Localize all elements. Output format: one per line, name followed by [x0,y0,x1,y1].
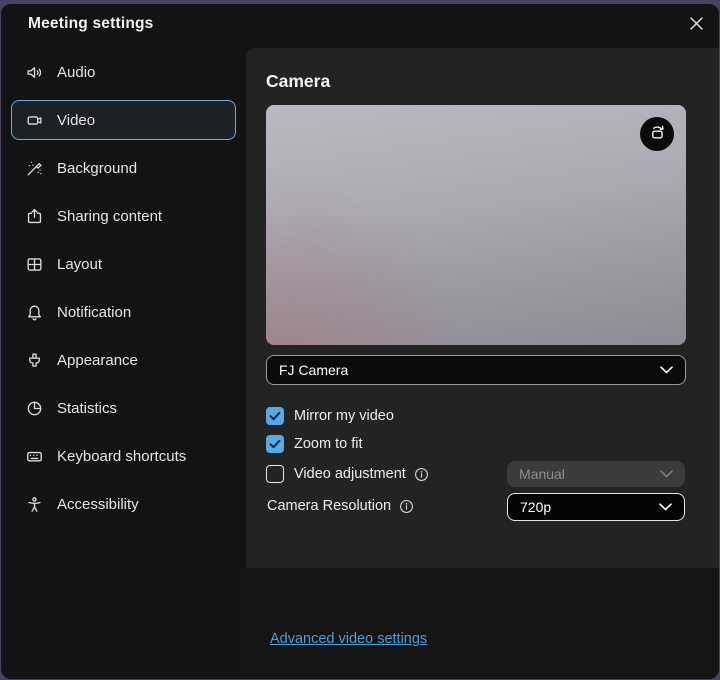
sidebar-item-background[interactable]: Background [11,148,236,188]
chevron-down-icon [660,470,685,478]
sidebar-item-label: Video [57,112,95,129]
sidebar-item-label: Notification [57,304,131,321]
info-icon[interactable] [414,467,429,482]
camera-resolution-select[interactable]: 720p [507,493,685,521]
sidebar-item-label: Appearance [57,352,138,369]
sidebar-item-label: Background [57,160,137,177]
camera-resolution-label: Camera Resolution [267,498,391,514]
sidebar-item-video[interactable]: Video [11,100,236,140]
camera-device-select[interactable]: FJ Camera [266,355,686,385]
sidebar-item-statistics[interactable]: Statistics [11,388,236,428]
grid-icon [25,255,44,274]
camera-resolution-value: 720p [508,499,659,515]
video-settings-panel: Camera FJ Camera Mirror my video [246,48,719,679]
video-adjustment-value: Manual [507,466,660,482]
camera-resolution-row: Camera Resolution [267,495,414,517]
video-adjustment-select: Manual [507,461,685,487]
close-button[interactable] [684,14,708,38]
bell-icon [25,303,44,322]
dialog-title: Meeting settings [28,15,154,33]
camera-device-value: FJ Camera [267,362,660,378]
rotate-camera-button[interactable] [640,117,674,151]
settings-nav: Audio Video Background Sharing content L [1,52,246,524]
video-adjustment-checkbox[interactable] [266,465,284,483]
flip-camera-icon [647,122,667,147]
camera-preview [266,105,686,345]
sidebar-item-accessibility[interactable]: Accessibility [11,484,236,524]
video-camera-icon [25,111,44,130]
sidebar-item-label: Layout [57,256,102,273]
zoom-to-fit-checkbox[interactable] [266,435,284,453]
zoom-to-fit-row: Zoom to fit [266,433,363,455]
advanced-video-settings-link[interactable]: Advanced video settings [270,631,427,647]
person-icon [25,495,44,514]
info-icon[interactable] [399,499,414,514]
video-adjustment-label: Video adjustment [294,466,406,482]
mirror-video-row: Mirror my video [266,405,394,427]
speaker-icon [25,63,44,82]
chevron-down-icon [659,503,684,511]
keyboard-icon [25,447,44,466]
chevron-down-icon [660,366,685,374]
sidebar-item-sharing-content[interactable]: Sharing content [11,196,236,236]
zoom-to-fit-label: Zoom to fit [294,436,363,452]
sidebar-item-notification[interactable]: Notification [11,292,236,332]
camera-heading: Camera [266,71,330,92]
sidebar-item-layout[interactable]: Layout [11,244,236,284]
sidebar-item-label: Statistics [57,400,117,417]
video-adjustment-row: Video adjustment [266,463,429,485]
mirror-video-label: Mirror my video [294,408,394,424]
close-icon [689,16,704,36]
pie-chart-icon [25,399,44,418]
titlebar: Meeting settings [1,4,719,48]
sidebar-item-label: Sharing content [57,208,162,225]
paintbrush-icon [25,351,44,370]
meeting-settings-dialog: Meeting settings Audio Video Background [1,4,719,679]
sidebar-item-label: Keyboard shortcuts [57,448,186,465]
sidebar-item-label: Audio [57,64,95,81]
sidebar-item-appearance[interactable]: Appearance [11,340,236,380]
share-icon [25,207,44,226]
sidebar-item-label: Accessibility [57,496,139,513]
sidebar-item-audio[interactable]: Audio [11,52,236,92]
sidebar-item-keyboard-shortcuts[interactable]: Keyboard shortcuts [11,436,236,476]
magic-wand-icon [25,159,44,178]
mirror-video-checkbox[interactable] [266,407,284,425]
